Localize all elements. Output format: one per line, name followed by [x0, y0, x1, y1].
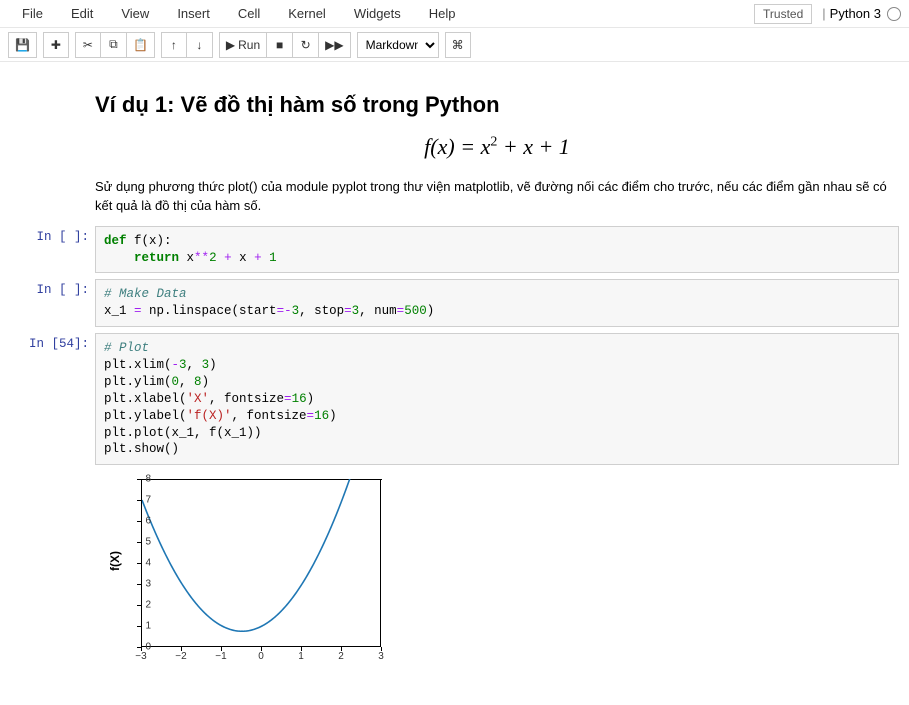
- menu-help[interactable]: Help: [415, 2, 470, 25]
- trusted-indicator[interactable]: Trusted: [754, 4, 812, 24]
- save-button[interactable]: 💾: [8, 32, 37, 58]
- cut-button[interactable]: ✂: [75, 32, 101, 58]
- menu-edit[interactable]: Edit: [57, 2, 107, 25]
- x-tick-label: 1: [298, 651, 304, 662]
- plus-icon: ✚: [51, 38, 61, 52]
- pipe-separator: |: [822, 6, 825, 21]
- code-cell-1[interactable]: In [ ]: def f(x): return x**2 + x + 1: [10, 226, 899, 274]
- save-icon: 💾: [15, 38, 30, 52]
- y-axis-label: f(X): [108, 551, 122, 571]
- move-down-button[interactable]: ↓: [187, 32, 213, 58]
- stop-icon: ■: [276, 38, 283, 52]
- command-palette-button[interactable]: ⌘: [445, 32, 471, 58]
- x-tick-label: 0: [258, 651, 264, 662]
- toolbar: 💾 ✚ ✂ ⧉ 📋 ↑ ↓ ▶Run ■ ↻ ▶▶ Markdown ⌘: [0, 28, 909, 62]
- add-cell-button[interactable]: ✚: [43, 32, 69, 58]
- prompt: In [54]:: [10, 333, 95, 465]
- markdown-content: Ví dụ 1: Vẽ đồ thị hàm số trong Python f…: [95, 78, 899, 220]
- kernel-status-icon: [887, 7, 901, 21]
- prompt: In [ ]:: [10, 279, 95, 327]
- run-button[interactable]: ▶Run: [219, 32, 267, 58]
- paste-icon: 📋: [133, 38, 148, 52]
- menu-file[interactable]: File: [8, 2, 57, 25]
- plot-figure: f(X) 012345678−3−2−10123: [95, 475, 395, 675]
- output-area: f(X) 012345678−3−2−10123: [95, 471, 899, 679]
- prompt: In [ ]:: [10, 226, 95, 274]
- code-cell-2[interactable]: In [ ]: # Make Data x_1 = np.linspace(st…: [10, 279, 899, 327]
- description-paragraph: Sử dụng phương thức plot() của module py…: [95, 178, 899, 216]
- y-tick-label: 2: [145, 600, 151, 611]
- keyboard-icon: ⌘: [452, 38, 464, 52]
- menu-view[interactable]: View: [107, 2, 163, 25]
- equation: f(x) = x2 + x + 1: [95, 134, 899, 160]
- y-tick-label: 1: [145, 621, 151, 632]
- move-up-button[interactable]: ↑: [161, 32, 187, 58]
- menu-kernel[interactable]: Kernel: [274, 2, 340, 25]
- output-cell: f(X) 012345678−3−2−10123: [10, 471, 899, 679]
- kernel-name: Python 3: [830, 6, 881, 21]
- x-tick-label: 2: [338, 651, 344, 662]
- menu-cell[interactable]: Cell: [224, 2, 274, 25]
- play-icon: ▶: [226, 38, 235, 52]
- x-tick-label: −2: [175, 651, 186, 662]
- cut-icon: ✂: [83, 38, 93, 52]
- heading: Ví dụ 1: Vẽ đồ thị hàm số trong Python: [95, 92, 899, 118]
- paste-button[interactable]: 📋: [127, 32, 155, 58]
- menu-insert[interactable]: Insert: [163, 2, 224, 25]
- x-tick-label: −1: [215, 651, 226, 662]
- y-tick-label: 7: [145, 495, 151, 506]
- y-tick-label: 5: [145, 537, 151, 548]
- restart-icon: ↻: [301, 38, 311, 52]
- run-label: Run: [238, 38, 260, 52]
- x-tick-label: −3: [135, 651, 146, 662]
- fast-forward-icon: ▶▶: [325, 38, 343, 52]
- run-all-button[interactable]: ▶▶: [319, 32, 350, 58]
- y-tick-label: 6: [145, 516, 151, 527]
- menubar: File Edit View Insert Cell Kernel Widget…: [0, 0, 909, 28]
- code-input[interactable]: # Plot plt.xlim(-3, 3) plt.ylim(0, 8) pl…: [95, 333, 899, 465]
- menu-widgets[interactable]: Widgets: [340, 2, 415, 25]
- code-input[interactable]: def f(x): return x**2 + x + 1: [95, 226, 899, 274]
- restart-button[interactable]: ↻: [293, 32, 319, 58]
- x-tick-label: 3: [378, 651, 384, 662]
- code-input[interactable]: # Make Data x_1 = np.linspace(start=-3, …: [95, 279, 899, 327]
- copy-icon: ⧉: [109, 37, 118, 52]
- plot-line: [142, 479, 382, 647]
- code-cell-3[interactable]: In [54]: # Plot plt.xlim(-3, 3) plt.ylim…: [10, 333, 899, 465]
- arrow-down-icon: ↓: [196, 38, 202, 52]
- y-tick-label: 4: [145, 558, 151, 569]
- copy-button[interactable]: ⧉: [101, 32, 127, 58]
- celltype-select[interactable]: Markdown: [357, 32, 439, 58]
- markdown-cell[interactable]: Ví dụ 1: Vẽ đồ thị hàm số trong Python f…: [10, 78, 899, 220]
- y-tick-label: 8: [145, 474, 151, 485]
- notebook-container: Ví dụ 1: Vẽ đồ thị hàm số trong Python f…: [0, 62, 909, 705]
- stop-button[interactable]: ■: [267, 32, 293, 58]
- kernel-indicator[interactable]: | Python 3: [822, 6, 901, 21]
- y-tick-label: 3: [145, 579, 151, 590]
- plot-axes: [141, 479, 381, 647]
- arrow-up-icon: ↑: [171, 38, 177, 52]
